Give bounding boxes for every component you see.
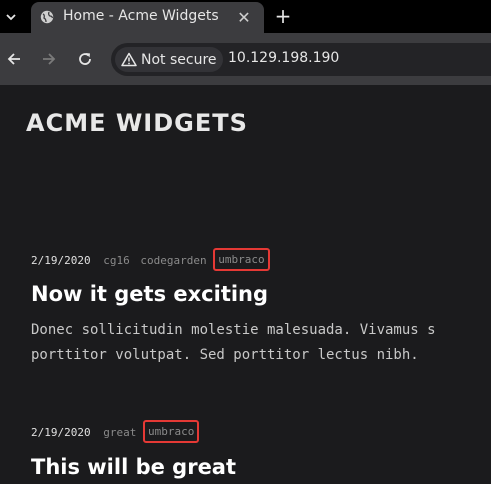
tab-search-dropdown[interactable]	[0, 6, 22, 28]
post-excerpt-line: Donec sollicitudin molestie malesuada. V…	[31, 322, 436, 338]
post-tag-highlighted[interactable]: umbraco	[142, 420, 200, 443]
post-tag[interactable]: codegarden	[140, 254, 206, 267]
reload-icon	[79, 53, 91, 65]
back-arrow-icon	[7, 53, 20, 65]
url-text[interactable]: 10.129.198.190	[228, 50, 339, 66]
page-viewport: ACME WIDGETS 2/19/2020 cg16 codegarden u…	[0, 85, 491, 484]
address-bar[interactable]: Not secure 10.129.198.190	[111, 43, 491, 76]
globe-icon	[40, 10, 54, 24]
post-excerpt-line: porttitor volutpat. Sed porttitor lectus…	[31, 347, 419, 363]
back-button[interactable]	[2, 47, 26, 71]
tab-strip: Home - Acme Widgets ✕ +	[0, 0, 491, 33]
security-label: Not secure	[141, 51, 217, 68]
post-date: 2/19/2020	[31, 254, 91, 267]
tab-close-button[interactable]: ✕	[235, 9, 253, 27]
security-indicator[interactable]: Not secure	[115, 47, 223, 72]
new-tab-button[interactable]: +	[272, 5, 294, 27]
post-date: 2/19/2020	[31, 426, 91, 439]
post-title[interactable]: This will be great	[31, 455, 236, 479]
warning-triangle-icon	[121, 52, 137, 67]
post-meta: 2/19/2020 great umbraco	[31, 420, 200, 443]
browser-tab-active[interactable]: Home - Acme Widgets ✕	[31, 2, 264, 33]
forward-arrow-icon	[43, 53, 56, 65]
post-tag[interactable]: great	[103, 426, 136, 439]
post-meta: 2/19/2020 cg16 codegarden umbraco	[31, 248, 270, 271]
site-title[interactable]: ACME WIDGETS	[26, 109, 248, 137]
tab-title: Home - Acme Widgets	[63, 8, 219, 24]
reload-button[interactable]	[73, 47, 97, 71]
post-tag[interactable]: cg16	[103, 254, 130, 267]
post-title[interactable]: Now it gets exciting	[31, 282, 268, 306]
post-tag-highlighted[interactable]: umbraco	[213, 248, 270, 271]
browser-toolbar: Not secure 10.129.198.190	[0, 33, 491, 85]
forward-button[interactable]	[37, 47, 61, 71]
chevron-down-icon	[6, 14, 16, 21]
